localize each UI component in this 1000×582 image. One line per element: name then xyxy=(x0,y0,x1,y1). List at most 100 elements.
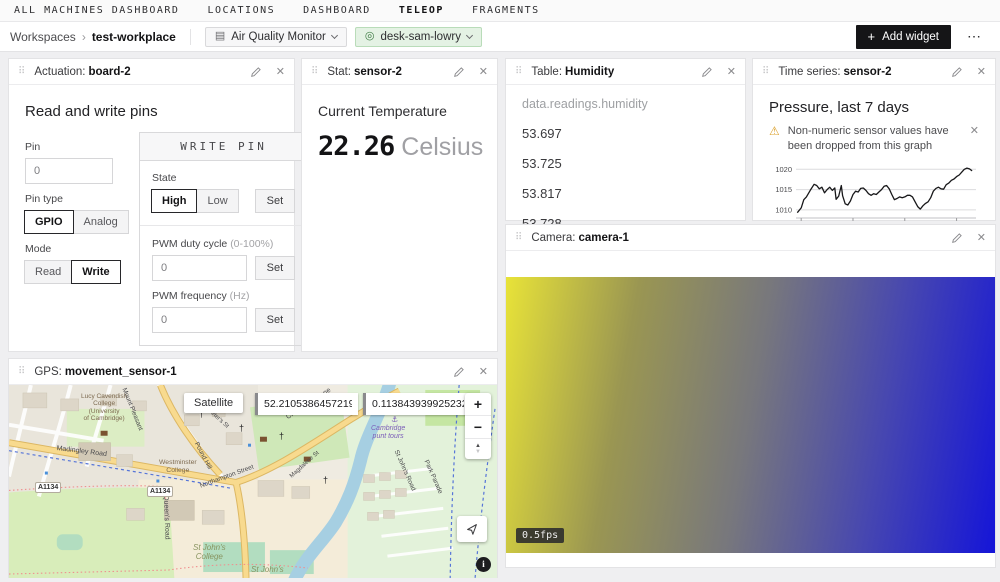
pwm-duty-input[interactable] xyxy=(152,255,247,281)
table-row: 53.725 xyxy=(522,156,729,171)
widget-stat: ⠿ Stat:sensor-2 ✕ Current Temperature 22… xyxy=(301,58,498,352)
compass-button[interactable]: ▲ ▼ xyxy=(465,438,491,459)
table-column-header: data.readings.humidity xyxy=(522,97,729,111)
svg-text:1020: 1020 xyxy=(775,165,792,174)
state-high-button[interactable]: High xyxy=(151,189,197,213)
mode-toggle: Read Write xyxy=(25,260,113,284)
fps-badge: 0.5fps xyxy=(516,528,564,543)
mode-read-button[interactable]: Read xyxy=(24,260,72,284)
write-pin-header: WRITE PIN xyxy=(140,133,307,161)
drag-handle-icon[interactable]: ⠿ xyxy=(311,66,318,77)
write-pin-panel: WRITE PIN State High Low Set PWM du xyxy=(139,132,308,346)
timeseries-chart: 10101015102006/2106/2306/2506/27 xyxy=(769,157,981,233)
pwm-duty-set-button[interactable]: Set xyxy=(255,256,296,280)
widget-camera: ⠿ Camera:camera-1 ✕ 0.5fps xyxy=(505,224,996,568)
widget-table: ⠿ Table:Humidity ✕ data.readings.humidit… xyxy=(505,58,746,221)
pin-input[interactable] xyxy=(25,158,113,184)
edit-icon[interactable] xyxy=(951,232,963,244)
drag-handle-icon[interactable]: ⠿ xyxy=(762,66,769,77)
pin-type-label: Pin type xyxy=(25,193,113,205)
breadcrumb-current: test-workplace xyxy=(92,30,176,44)
edit-icon[interactable] xyxy=(701,66,713,78)
map-info-button[interactable]: i xyxy=(476,557,491,572)
nav-tab-dashboard[interactable]: DASHBOARD xyxy=(303,5,371,16)
table-row: 53.697 xyxy=(522,126,729,141)
drag-handle-icon[interactable]: ⠿ xyxy=(18,66,25,77)
edit-icon[interactable] xyxy=(951,66,963,78)
widget-gps: ⠿ GPS:movement_sensor-1 ✕ xyxy=(8,358,498,578)
widget-title: Stat:sensor-2 xyxy=(327,66,402,78)
workspace-selector-dropdown[interactable]: ▤ Air Quality Monitor xyxy=(205,27,347,47)
zoom-in-button[interactable]: + xyxy=(465,393,491,415)
svg-text:1015: 1015 xyxy=(775,185,792,194)
edit-icon[interactable] xyxy=(453,66,465,78)
satellite-toggle-button[interactable]: Satellite xyxy=(184,393,243,413)
pin-type-gpio-button[interactable]: GPIO xyxy=(24,210,74,234)
edit-icon[interactable] xyxy=(453,366,465,378)
camera-image: 0.5fps xyxy=(506,277,995,553)
latitude-field xyxy=(255,393,358,415)
panel-divider xyxy=(140,225,307,226)
workspace-selector-label: Air Quality Monitor xyxy=(231,31,326,43)
locate-button[interactable] xyxy=(457,516,487,542)
stat-value: 22.26 xyxy=(318,131,394,162)
close-icon[interactable]: ✕ xyxy=(276,65,285,78)
latitude-input[interactable] xyxy=(258,393,358,415)
add-widget-button[interactable]: + Add widget xyxy=(856,25,952,49)
workspace-icon: ▤ xyxy=(215,31,225,42)
state-set-button[interactable]: Set xyxy=(255,189,296,213)
gps-map[interactable]: Lucy Cavendish College (University of Ca… xyxy=(9,385,497,578)
widget-title: Camera:camera-1 xyxy=(531,232,629,244)
chevron-down-icon xyxy=(331,31,338,38)
pin-label: Pin xyxy=(25,141,113,153)
pwm-freq-label: PWM frequency (Hz) xyxy=(152,290,295,302)
mode-write-button[interactable]: Write xyxy=(71,260,120,284)
machine-selector-label: desk-sam-lowry xyxy=(380,31,461,43)
add-widget-label: Add widget xyxy=(882,31,939,43)
drag-handle-icon[interactable]: ⠿ xyxy=(515,232,522,243)
stat-label: Current Temperature xyxy=(318,103,481,119)
close-icon[interactable]: ✕ xyxy=(977,65,986,78)
longitude-input[interactable] xyxy=(366,393,470,415)
state-label: State xyxy=(152,172,295,184)
nav-tab-fragments[interactable]: FRAGMENTS xyxy=(472,5,540,16)
edit-icon[interactable] xyxy=(250,66,262,78)
state-low-button[interactable]: Low xyxy=(196,189,238,213)
machine-selector-dropdown[interactable]: ◎ desk-sam-lowry xyxy=(355,27,482,47)
nav-tab-teleop[interactable]: TELEOP xyxy=(399,5,444,16)
nav-tab-all-machines-dashboard[interactable]: ALL MACHINES DASHBOARD xyxy=(14,5,179,16)
nav-tab-locations[interactable]: LOCATIONS xyxy=(207,5,275,16)
chevron-down-icon xyxy=(466,31,473,38)
map-zoom-control: + − ▲ ▼ xyxy=(465,393,491,459)
table-row: 53.817 xyxy=(522,186,729,201)
svg-text:1010: 1010 xyxy=(775,205,792,214)
close-icon[interactable]: ✕ xyxy=(727,65,736,78)
close-icon[interactable]: ✕ xyxy=(977,231,986,244)
widget-timeseries: ⠿ Time series:sensor-2 ✕ Pressure, last … xyxy=(752,58,996,221)
drag-handle-icon[interactable]: ⠿ xyxy=(18,366,25,377)
toolbar-divider xyxy=(190,29,191,45)
pwm-freq-input[interactable] xyxy=(152,307,247,333)
pwm-freq-set-button[interactable]: Set xyxy=(255,308,296,332)
warning-dismiss-icon[interactable]: ✕ xyxy=(970,124,979,137)
pwm-duty-label: PWM duty cycle (0-100%) xyxy=(152,238,295,250)
zoom-out-button[interactable]: − xyxy=(465,415,491,438)
state-toggle: High Low xyxy=(152,189,239,213)
widget-title: Table:Humidity xyxy=(531,66,614,78)
workspace-toolbar: Workspaces › test-workplace ▤ Air Qualit… xyxy=(0,22,1000,52)
breadcrumb-chevron-icon: › xyxy=(82,30,86,44)
navigation-arrow-icon xyxy=(465,522,479,536)
dashboard-canvas: ⠿ Actuation:board-2 ✕ Read and write pin… xyxy=(0,52,1000,582)
warning-icon: ⚠ xyxy=(769,124,780,138)
machine-online-icon: ◎ xyxy=(365,31,375,42)
breadcrumb: Workspaces › test-workplace xyxy=(10,30,176,44)
close-icon[interactable]: ✕ xyxy=(479,365,488,378)
drag-handle-icon[interactable]: ⠿ xyxy=(515,66,522,77)
pin-type-analog-button[interactable]: Analog xyxy=(73,210,129,234)
widget-title: GPS:movement_sensor-1 xyxy=(34,366,176,378)
breadcrumb-workspaces-link[interactable]: Workspaces xyxy=(10,30,76,44)
close-icon[interactable]: ✕ xyxy=(479,65,488,78)
widget-actuation: ⠿ Actuation:board-2 ✕ Read and write pin… xyxy=(8,58,295,352)
widget-title: Actuation:board-2 xyxy=(34,66,130,78)
more-options-button[interactable]: ⋯ xyxy=(959,28,990,45)
